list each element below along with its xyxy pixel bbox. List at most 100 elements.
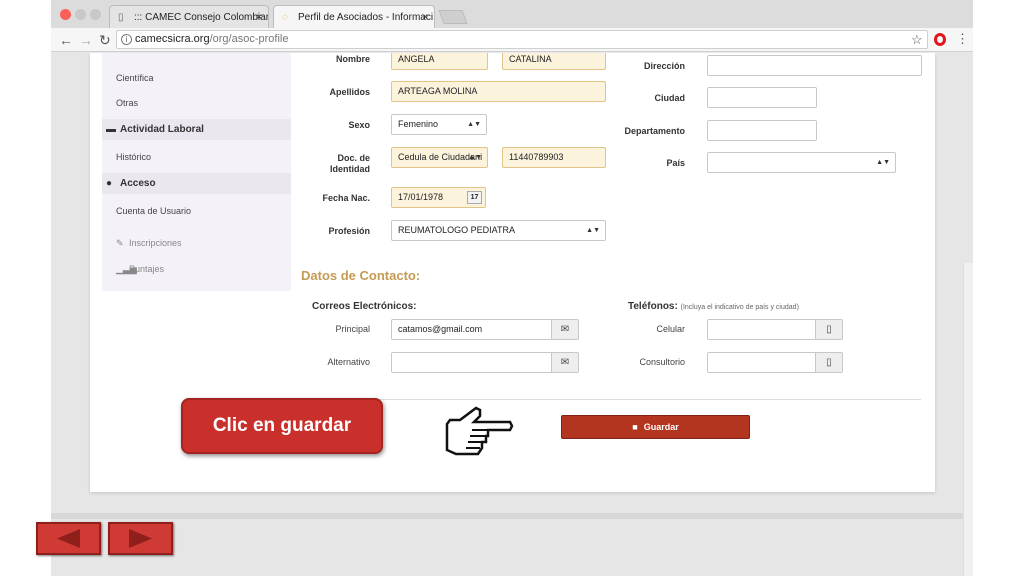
tutorial-callout: Clic en guardar (181, 398, 383, 454)
mobile-phone-icon: ▯ (815, 319, 843, 340)
floppy-disk-icon: ■ (632, 422, 638, 432)
departamento-input[interactable] (707, 120, 817, 141)
save-button[interactable]: ■ Guardar (561, 415, 750, 439)
select-arrows-icon: ▲▼ (586, 227, 600, 234)
browser-window: ▯ ::: CAMEC Consejo Colombian × ◌ Perfil… (51, 0, 973, 576)
tab-camec[interactable]: ▯ ::: CAMEC Consejo Colombian × (109, 5, 269, 28)
fecha-nac-input[interactable]: 17/01/1978 17 (391, 187, 486, 208)
fecha-value: 17/01/1978 (398, 192, 444, 202)
celular-label: Celular (656, 324, 685, 334)
minimize-window-button[interactable] (75, 9, 86, 20)
doc-numero-input[interactable]: 11440789903 (502, 147, 606, 168)
profesion-select[interactable]: REUMATOLOGO PEDIATRA ▲▼ (391, 220, 606, 241)
envelope-icon: ✉ (551, 352, 579, 373)
ciudad-label: Ciudad (654, 93, 686, 103)
fecha-nac-label: Fecha Nac. (322, 193, 370, 203)
sexo-label: Sexo (348, 120, 370, 130)
sexo-select[interactable]: Femenino ▲▼ (391, 114, 487, 135)
bar-chart-icon: ▁▃▅ (116, 264, 137, 274)
envelope-icon: ✉ (551, 319, 579, 340)
zoom-window-button[interactable] (90, 9, 101, 20)
sidebar-section-acceso[interactable]: ● Acceso (102, 173, 291, 194)
close-icon[interactable]: × (422, 6, 428, 28)
correos-heading: Correos Electrónicos: (312, 301, 417, 312)
alternativo-email-input[interactable] (391, 352, 552, 373)
close-window-button[interactable] (60, 9, 71, 20)
briefcase-icon: ▬ (106, 124, 116, 135)
direccion-input[interactable] (707, 55, 922, 76)
form-divider (301, 399, 921, 400)
select-arrows-icon: ▲▼ (467, 121, 481, 128)
nombre-label: Nombre (335, 54, 370, 64)
arrow-right-icon (129, 529, 152, 548)
contact-section-title: Datos de Contacto: (301, 268, 421, 283)
nombre-1-input[interactable]: ANGELA (391, 53, 488, 70)
sidebar-item-inscripciones[interactable]: ✎ Inscripciones (116, 238, 182, 249)
page-footer-bar (51, 513, 973, 519)
info-icon[interactable]: i (121, 34, 132, 45)
bookmark-star-icon[interactable]: ☆ (911, 32, 923, 48)
next-slide-button[interactable] (108, 522, 173, 555)
pin-icon: ✎ (116, 238, 124, 248)
principal-label: Principal (335, 324, 370, 334)
sidebar-item-puntajes[interactable]: ▁▃▅Puntajes (116, 264, 164, 275)
doc-label-line-2: Identidad (330, 164, 370, 174)
url-path: /org/asoc-profile (209, 33, 289, 45)
profesion-label: Profesión (328, 226, 370, 236)
tab-strip: ▯ ::: CAMEC Consejo Colombian × ◌ Perfil… (51, 0, 973, 28)
page-viewport: Científica Otras ▬ Actividad Laboral His… (51, 53, 973, 576)
alternativo-label: Alternativo (327, 357, 370, 367)
nombre-2-input[interactable]: CATALINA (502, 53, 606, 70)
profesion-value: REUMATOLOGO PEDIATRA (398, 225, 516, 235)
telefonos-heading: Teléfonos: (Incluya el indicativo de paí… (628, 301, 799, 312)
browser-toolbar: ← → ↻ i camecsicra.org/org/asoc-profile … (51, 28, 973, 52)
forward-icon[interactable]: → (79, 31, 93, 49)
save-label: Guardar (643, 422, 679, 432)
mobile-phone-icon: ▯ (815, 352, 843, 373)
telefonos-note: (Incluya el indicativo de país y ciudad) (680, 304, 799, 311)
user-icon: ● (106, 178, 113, 189)
sidebar: Científica Otras ▬ Actividad Laboral His… (102, 53, 291, 291)
opera-extension-icon[interactable] (934, 33, 946, 46)
consultorio-label: Consultorio (639, 357, 685, 367)
doc-label: Doc. de Identidad (310, 153, 370, 175)
sidebar-item-otras[interactable]: Otras (116, 98, 138, 108)
sidebar-item-cientifica[interactable]: Científica (116, 73, 154, 83)
sexo-value: Femenino (398, 119, 439, 129)
back-icon[interactable]: ← (59, 31, 73, 49)
apellidos-label: Apellidos (329, 87, 370, 97)
ciudad-input[interactable] (707, 87, 817, 108)
tab-perfil-asociados[interactable]: ◌ Perfil de Asociados - Informaci × (273, 5, 435, 28)
select-arrows-icon: ▲▼ (468, 154, 482, 161)
reload-icon[interactable]: ↻ (99, 31, 111, 49)
section-label: Acceso (120, 178, 156, 189)
sidebar-section-actividad-laboral[interactable]: ▬ Actividad Laboral (102, 119, 291, 140)
select-arrows-icon: ▲▼ (876, 159, 890, 166)
address-bar[interactable]: i camecsicra.org/org/asoc-profile (116, 30, 928, 49)
arrow-left-icon (57, 529, 80, 548)
previous-slide-button[interactable] (36, 522, 101, 555)
sidebar-item-historico[interactable]: Histórico (116, 152, 151, 162)
new-tab-button[interactable] (438, 10, 468, 24)
principal-email-input[interactable]: catamos@gmail.com (391, 319, 552, 340)
pais-label: País (666, 158, 685, 168)
close-icon[interactable]: × (256, 6, 262, 28)
loading-icon: ◌ (282, 12, 288, 23)
calendar-icon[interactable]: 17 (467, 191, 482, 204)
departamento-label: Departamento (624, 126, 685, 136)
url-domain: camecsicra.org (135, 33, 210, 45)
pais-select[interactable]: ▲▼ (707, 152, 896, 173)
item-label: Inscripciones (129, 238, 182, 248)
page-icon: ▯ (118, 12, 124, 23)
scrollbar[interactable] (963, 263, 973, 576)
tab-label: ::: CAMEC Consejo Colombian (134, 12, 269, 23)
sidebar-item-cuenta-usuario[interactable]: Cuenta de Usuario (116, 206, 191, 216)
section-label: Actividad Laboral (120, 124, 204, 135)
apellidos-input[interactable]: ARTEAGA MOLINA (391, 81, 606, 102)
screenshot-stage: ▯ ::: CAMEC Consejo Colombian × ◌ Perfil… (0, 0, 1024, 576)
doc-tipo-select[interactable]: Cedula de Ciudadani ▲▼ (391, 147, 488, 168)
menu-kebab-icon[interactable]: ⋮ (956, 31, 969, 47)
tab-label: Perfil de Asociados - Informaci (298, 12, 434, 23)
celular-input[interactable] (707, 319, 816, 340)
consultorio-input[interactable] (707, 352, 816, 373)
